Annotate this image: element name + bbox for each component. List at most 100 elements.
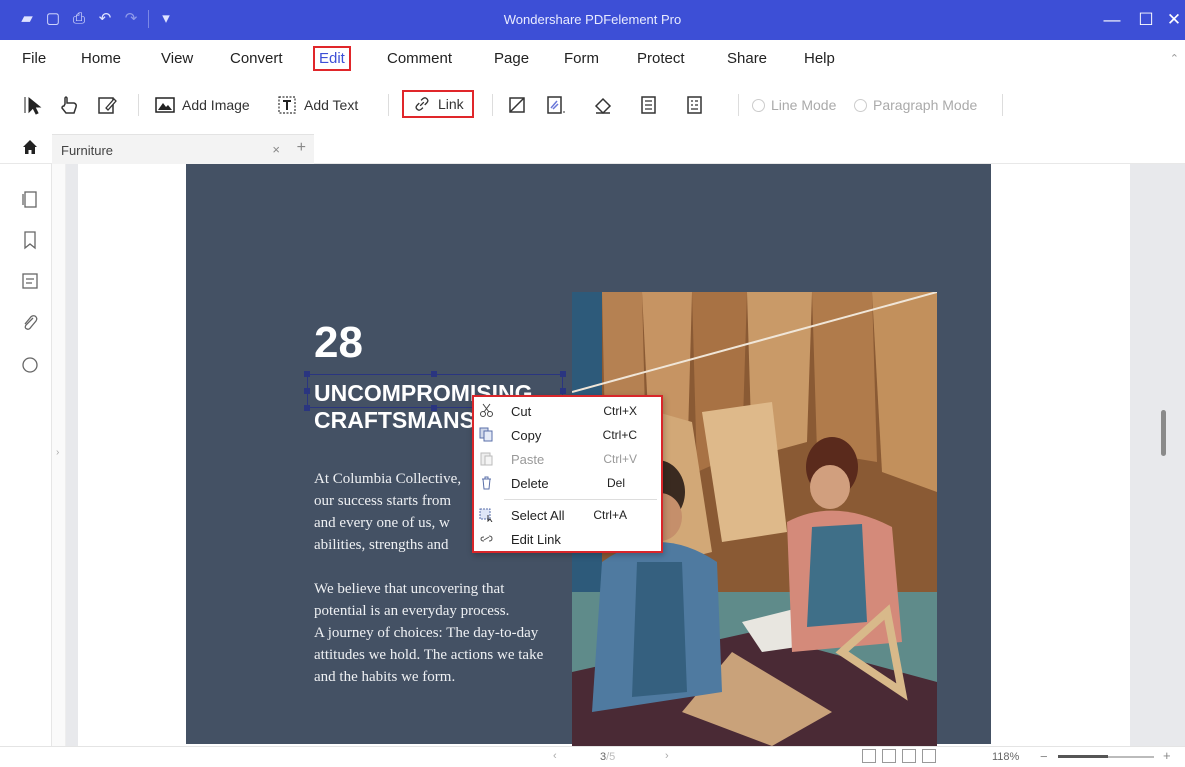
paragraph-mode-radio[interactable] xyxy=(854,98,867,112)
paste-shortcut: Ctrl+V xyxy=(603,452,637,466)
context-item-delete[interactable]: Delete Del xyxy=(474,471,661,495)
bates-number-tool[interactable] xyxy=(684,92,706,118)
collapse-ribbon-icon[interactable]: ⌃ xyxy=(1170,52,1179,65)
paragraph-mode-option[interactable]: Paragraph Mode xyxy=(854,92,977,118)
add-text-button[interactable]: Add Text xyxy=(276,92,358,118)
context-item-copy[interactable]: Copy Ctrl+C xyxy=(474,423,661,447)
resize-handle[interactable] xyxy=(431,371,437,377)
resize-handle[interactable] xyxy=(304,405,310,411)
image-icon xyxy=(155,97,175,113)
resize-handle[interactable] xyxy=(431,405,437,411)
title-bar: ▰ ▢ ⎙ ↶ ↷ ▾ Wondershare PDFelement Pro —… xyxy=(0,0,1185,40)
app-window: ▰ ▢ ⎙ ↶ ↷ ▾ Wondershare PDFelement Pro —… xyxy=(0,0,1185,767)
menu-bar: File Home View Convert Edit Comment Page… xyxy=(0,40,1185,78)
cursor-icon xyxy=(24,96,42,115)
copy-shortcut: Ctrl+C xyxy=(602,428,637,442)
resize-handle[interactable] xyxy=(560,371,566,377)
select-tool[interactable] xyxy=(22,92,44,118)
menu-home[interactable]: Home xyxy=(81,50,121,67)
scissors-icon xyxy=(480,403,493,417)
page-number-heading: 28 xyxy=(314,318,363,367)
page-indicator[interactable]: 3/5 xyxy=(600,751,615,763)
crop-tool[interactable] xyxy=(506,92,528,118)
cut-label: Cut xyxy=(511,404,532,419)
single-page-view-icon[interactable] xyxy=(862,749,876,763)
context-menu-divider xyxy=(504,499,657,500)
context-item-edit-link[interactable]: Edit Link xyxy=(474,527,661,551)
attachment-icon[interactable] xyxy=(19,312,41,334)
menu-edit[interactable]: Edit xyxy=(313,46,351,71)
select-all-icon xyxy=(479,508,493,522)
edit-link-label: Edit Link xyxy=(511,532,561,547)
text-line: and the habits we form. xyxy=(314,669,456,685)
link-icon xyxy=(415,97,429,111)
next-page-icon[interactable]: › xyxy=(665,750,669,762)
toolbar-divider xyxy=(738,94,739,116)
vertical-scrollbar-thumb[interactable] xyxy=(1161,410,1166,456)
delete-label: Delete xyxy=(511,476,549,491)
zoom-out-button[interactable]: − xyxy=(1040,749,1048,764)
line-mode-option[interactable]: Line Mode xyxy=(752,92,836,118)
text-line: We believe that uncovering that xyxy=(314,581,505,597)
hand-icon xyxy=(61,96,77,114)
close-tab-icon[interactable]: × xyxy=(272,142,280,157)
view-mode-buttons xyxy=(862,749,936,763)
zoom-level[interactable]: 118% xyxy=(992,751,1019,763)
new-tab-button[interactable]: + xyxy=(297,139,306,157)
context-item-paste: Paste Ctrl+V xyxy=(474,447,661,471)
context-item-cut[interactable]: Cut Ctrl+X xyxy=(474,399,661,423)
hand-tool[interactable] xyxy=(58,92,80,118)
menu-view[interactable]: View xyxy=(161,50,193,67)
text-line: potential is an everyday process. xyxy=(314,603,510,619)
delete-shortcut: Del xyxy=(606,476,625,490)
paste-icon xyxy=(480,452,493,466)
menu-protect[interactable]: Protect xyxy=(637,50,685,67)
paragraph-mode-label: Paragraph Mode xyxy=(873,97,978,113)
background-tool[interactable] xyxy=(592,92,614,118)
home-icon[interactable] xyxy=(22,139,38,155)
menu-share[interactable]: Share xyxy=(727,50,767,67)
comments-panel-icon[interactable] xyxy=(19,270,41,292)
sidebar-collapse-handle[interactable]: › xyxy=(52,164,66,767)
left-sidebar xyxy=(0,164,52,767)
toolbar-divider xyxy=(1002,94,1003,116)
line-mode-radio[interactable] xyxy=(752,98,765,112)
window-title: Wondershare PDFelement Pro xyxy=(503,12,682,27)
menu-convert[interactable]: Convert xyxy=(230,50,283,67)
watermark-tool[interactable] xyxy=(544,92,566,118)
zoom-in-button[interactable]: + xyxy=(1163,748,1171,763)
search-panel-icon[interactable] xyxy=(19,354,41,376)
chevron-right-icon: › xyxy=(56,447,60,458)
resize-handle[interactable] xyxy=(304,388,310,394)
zoom-slider[interactable] xyxy=(1058,755,1154,758)
status-bar: ‹ 3/5 › 118% − + xyxy=(0,746,1185,767)
link-button[interactable]: Link xyxy=(402,90,474,118)
minimize-icon[interactable]: — xyxy=(1095,0,1129,40)
copy-icon xyxy=(479,427,493,442)
trash-icon xyxy=(482,476,491,490)
prev-page-icon[interactable]: ‹ xyxy=(553,750,557,762)
add-image-button[interactable]: Add Image xyxy=(154,92,250,118)
menu-page[interactable]: Page xyxy=(494,50,529,67)
two-page-view-icon[interactable] xyxy=(902,749,916,763)
resize-handle[interactable] xyxy=(560,388,566,394)
bookmark-icon[interactable] xyxy=(19,229,41,251)
tab-label: Furniture xyxy=(61,143,114,158)
context-item-select-all[interactable]: Select All Ctrl+A xyxy=(474,503,661,527)
grid-view-icon[interactable] xyxy=(922,749,936,763)
select-all-shortcut: Ctrl+A xyxy=(593,508,627,522)
close-window-icon[interactable]: ✕ xyxy=(1163,0,1185,40)
add-image-label: Add Image xyxy=(182,97,250,113)
resize-handle[interactable] xyxy=(304,371,310,377)
continuous-view-icon[interactable] xyxy=(882,749,896,763)
menu-comment[interactable]: Comment xyxy=(387,50,452,67)
maximize-icon[interactable]: ☐ xyxy=(1129,0,1163,40)
header-footer-tool[interactable] xyxy=(638,92,660,118)
thumbnails-icon[interactable] xyxy=(19,188,41,210)
link-label: Link xyxy=(438,96,464,112)
menu-file[interactable]: File xyxy=(22,50,46,67)
edit-object-tool[interactable] xyxy=(96,92,118,118)
tab-furniture[interactable]: Furniture × + xyxy=(52,134,314,164)
menu-form[interactable]: Form xyxy=(564,50,599,67)
menu-help[interactable]: Help xyxy=(804,50,835,67)
